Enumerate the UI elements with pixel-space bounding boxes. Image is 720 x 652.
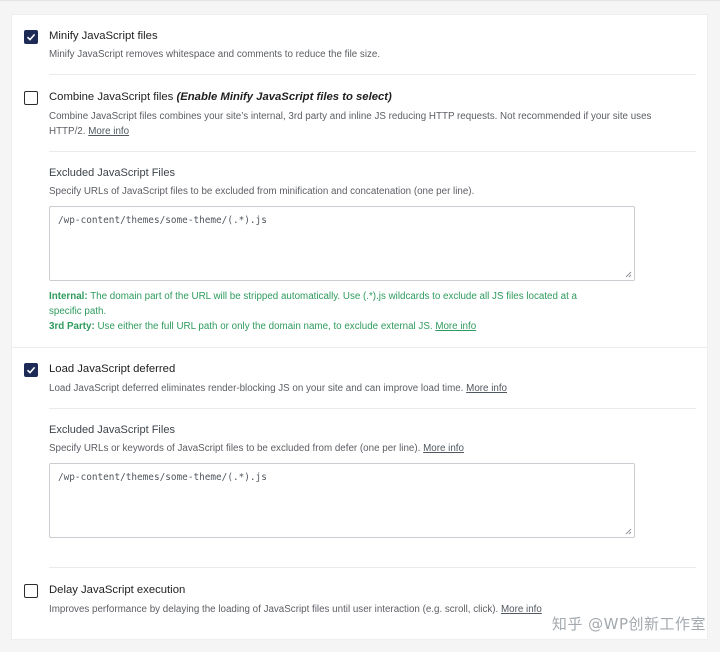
defer-excluded-more-info-link[interactable]: More info [423, 443, 464, 454]
internal-note-line2: specific path. [49, 306, 107, 317]
resize-handle-icon[interactable] [625, 528, 632, 535]
combine-js-title-text: Combine JavaScript files [49, 91, 174, 103]
third-party-note-label: 3rd Party: [49, 321, 95, 332]
watermark: 知乎 @WP创新工作室 [551, 615, 706, 633]
excluded-files-desc: Specify URLs of JavaScript files to be e… [49, 186, 475, 197]
delay-js-title[interactable]: Delay JavaScript execution [49, 584, 185, 596]
defer-js-title[interactable]: Load JavaScript deferred [49, 363, 175, 375]
minify-js-checkbox[interactable] [24, 30, 38, 44]
defer-excluded-files-title: Excluded JavaScript Files [49, 424, 175, 436]
defer-excluded-files-desc: Specify URLs or keywords of JavaScript f… [49, 441, 464, 456]
excluded-files-note: Internal: The domain part of the URL wil… [49, 289, 669, 334]
defer-excluded-files-desc-text: Specify URLs or keywords of JavaScript f… [49, 443, 421, 454]
divider [49, 567, 696, 568]
settings-panel: Minify JavaScript files Minify JavaScrip… [11, 14, 708, 640]
defer-js-desc: Load JavaScript deferred eliminates rend… [49, 381, 507, 396]
combine-js-desc-line2-text: HTTP/2. [49, 126, 86, 137]
divider [49, 74, 696, 75]
defer-excluded-files-value: /wp-content/themes/some-theme/(.*).js [58, 472, 267, 483]
combine-js-more-info-link[interactable]: More info [88, 126, 129, 137]
internal-note-text: The domain part of the URL will be strip… [90, 291, 578, 302]
combine-js-desc-line1: Combine JavaScript files combines your s… [49, 111, 652, 122]
resize-handle-icon[interactable] [625, 271, 632, 278]
delay-js-desc-text: Improves performance by delaying the loa… [49, 604, 499, 615]
excluded-files-textarea[interactable]: /wp-content/themes/some-theme/(.*).js [49, 206, 635, 281]
combine-js-desc: Combine JavaScript files combines your s… [49, 109, 699, 139]
divider [49, 151, 696, 152]
delay-js-desc: Improves performance by delaying the loa… [49, 602, 542, 617]
internal-note-line1: Internal: The domain part of the URL wil… [49, 289, 669, 304]
combine-js-checkbox[interactable] [24, 91, 38, 105]
excluded-files-value: /wp-content/themes/some-theme/(.*).js [58, 215, 267, 226]
delay-js-more-info-link[interactable]: More info [501, 604, 542, 615]
minify-js-desc: Minify JavaScript removes whitespace and… [49, 49, 381, 60]
top-border [0, 0, 720, 1]
third-party-note-text: Use either the full URL path or only the… [97, 321, 433, 332]
combine-js-desc-line2: HTTP/2. More info [49, 124, 699, 139]
combine-js-title[interactable]: Combine JavaScript files (Enable Minify … [49, 91, 392, 103]
checkmark-icon [26, 33, 36, 41]
defer-js-checkbox[interactable] [24, 363, 38, 377]
combine-js-title-note: (Enable Minify JavaScript files to selec… [176, 91, 392, 103]
checkmark-icon [26, 366, 36, 374]
defer-excluded-files-textarea[interactable]: /wp-content/themes/some-theme/(.*).js [49, 463, 635, 538]
divider [12, 347, 707, 348]
excluded-files-title: Excluded JavaScript Files [49, 167, 175, 179]
divider [49, 408, 696, 409]
internal-note-label: Internal: [49, 291, 88, 302]
defer-js-more-info-link[interactable]: More info [466, 383, 507, 394]
third-party-note: 3rd Party: Use either the full URL path … [49, 319, 669, 334]
defer-js-desc-text: Load JavaScript deferred eliminates rend… [49, 383, 464, 394]
minify-js-title[interactable]: Minify JavaScript files [49, 30, 158, 42]
third-party-more-info-link[interactable]: More info [435, 321, 476, 332]
delay-js-checkbox[interactable] [24, 584, 38, 598]
